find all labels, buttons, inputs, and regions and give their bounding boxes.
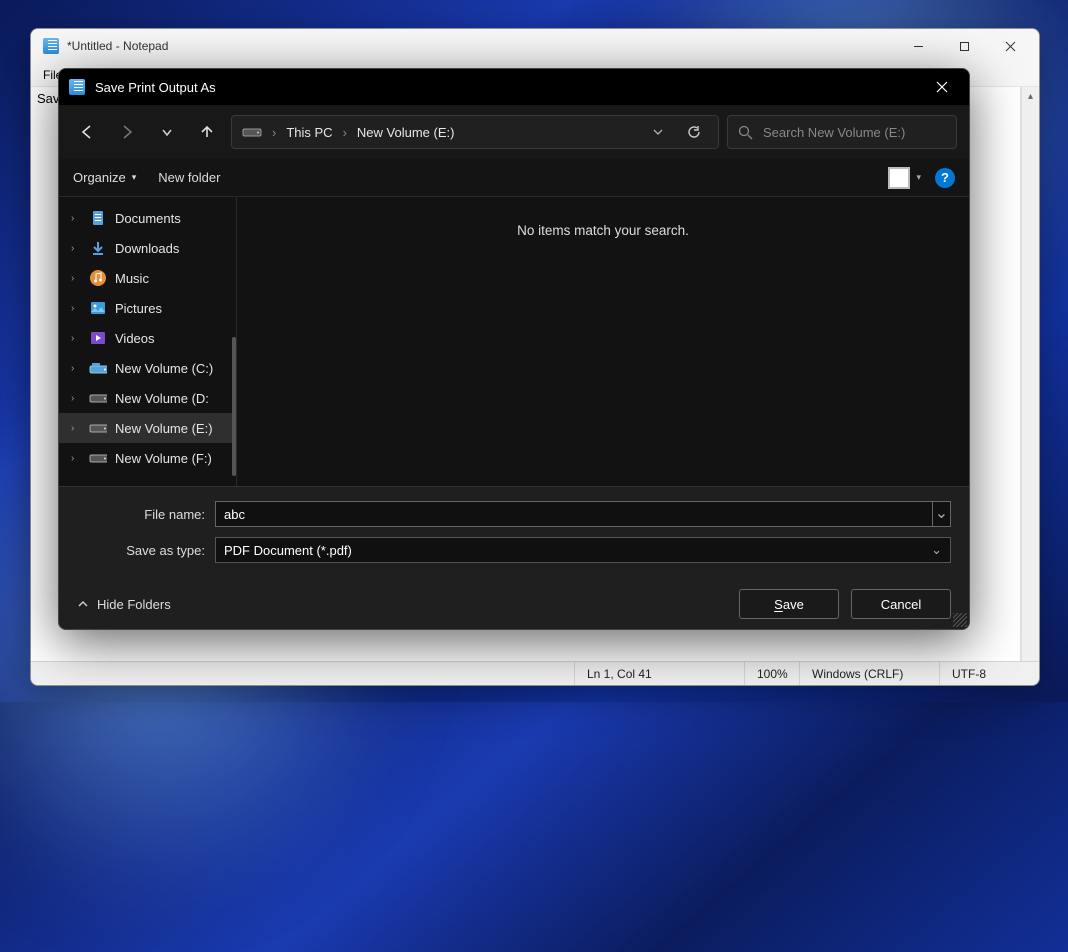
status-eol: Windows (CRLF) [799, 662, 939, 685]
tree-item-1[interactable]: › Downloads [59, 233, 236, 263]
search-placeholder: Search New Volume (E:) [763, 125, 905, 140]
tree-scrollbar[interactable] [232, 337, 236, 476]
tree-item-0[interactable]: › Documents [59, 203, 236, 233]
status-encoding: UTF-8 [939, 662, 1039, 685]
drive-icon [89, 389, 107, 407]
tree-item-label: New Volume (D: [115, 391, 209, 406]
address-bar[interactable]: › This PC › New Volume (E:) [231, 115, 719, 149]
tree-item-6[interactable]: › New Volume (D: [59, 383, 236, 413]
up-button[interactable] [191, 116, 223, 148]
scroll-up-icon[interactable]: ▴ [1022, 87, 1039, 105]
filename-dropdown[interactable]: ⌄ [933, 501, 951, 527]
chevron-right-icon[interactable]: › [71, 453, 81, 464]
hide-folders-button[interactable]: Hide Folders [77, 597, 171, 612]
minimize-button[interactable] [895, 29, 941, 63]
forward-button[interactable] [111, 116, 143, 148]
tree-item-4[interactable]: › Videos [59, 323, 236, 353]
save-dialog: Save Print Output As › This PC › New Vol… [58, 68, 970, 630]
close-button[interactable] [987, 29, 1033, 63]
cancel-button[interactable]: Cancel [851, 589, 951, 619]
music-icon [89, 269, 107, 287]
dialog-titlebar[interactable]: Save Print Output As [59, 69, 969, 105]
toolbar: Organize▾ New folder ▾ ? [59, 159, 969, 197]
savetype-select[interactable]: PDF Document (*.pdf) ⌄ [215, 537, 951, 563]
filename-input[interactable] [215, 501, 933, 527]
tree-item-3[interactable]: › Pictures [59, 293, 236, 323]
tree-item-label: New Volume (F:) [115, 451, 212, 466]
resize-grip[interactable] [953, 613, 967, 627]
folder-tree[interactable]: › Documents › Downloads › Music › Pictures › Vide… [59, 197, 237, 486]
notepad-scrollbar[interactable]: ▴ [1021, 87, 1039, 661]
pic-icon [89, 299, 107, 317]
actions-row: Hide Folders Save Cancel [59, 579, 969, 629]
chevron-right-icon[interactable]: › [71, 423, 81, 434]
bottom-panel: File name: ⌄ Save as type: PDF Document … [59, 486, 969, 579]
savetype-value: PDF Document (*.pdf) [224, 543, 352, 558]
filename-label: File name: [77, 507, 215, 522]
breadcrumb-volume[interactable]: New Volume (E:) [357, 125, 455, 140]
tree-item-label: Music [115, 271, 149, 286]
chevron-right-icon[interactable]: › [71, 273, 81, 284]
tree-item-label: New Volume (E:) [115, 421, 213, 436]
back-button[interactable] [71, 116, 103, 148]
view-mode-button[interactable]: ▾ [888, 167, 921, 189]
chevron-up-icon [77, 598, 89, 610]
tree-item-label: Videos [115, 331, 155, 346]
file-list: No items match your search. [237, 197, 969, 486]
drive-icon [89, 419, 107, 437]
status-zoom: 100% [744, 662, 799, 685]
empty-message: No items match your search. [517, 223, 689, 238]
tree-item-label: New Volume (C:) [115, 361, 213, 376]
notepad-statusbar: Ln 1, Col 41 100% Windows (CRLF) UTF-8 [31, 661, 1039, 685]
save-button[interactable]: Save [739, 589, 839, 619]
address-dropdown[interactable] [646, 126, 670, 138]
status-position: Ln 1, Col 41 [574, 662, 744, 685]
drive-c-icon [89, 359, 107, 377]
savetype-label: Save as type: [77, 543, 215, 558]
notepad-icon [43, 38, 59, 54]
help-button[interactable]: ? [935, 168, 955, 188]
chevron-down-icon: ▾ [132, 172, 137, 183]
dialog-icon [69, 79, 85, 95]
search-box[interactable]: Search New Volume (E:) [727, 115, 957, 149]
tree-item-7[interactable]: › New Volume (E:) [59, 413, 236, 443]
chevron-down-icon: ▾ [916, 172, 921, 183]
organize-menu[interactable]: Organize▾ [73, 170, 136, 185]
chevron-right-icon[interactable]: › [343, 125, 347, 140]
nav-row: › This PC › New Volume (E:) Search New V… [59, 105, 969, 159]
chevron-right-icon[interactable]: › [71, 333, 81, 344]
chevron-down-icon: ⌄ [931, 542, 942, 558]
doc-icon [89, 209, 107, 227]
chevron-right-icon[interactable]: › [272, 125, 276, 140]
breadcrumb-pc[interactable]: This PC [286, 125, 332, 140]
dl-icon [89, 239, 107, 257]
vid-icon [89, 329, 107, 347]
tree-item-5[interactable]: › New Volume (C:) [59, 353, 236, 383]
chevron-right-icon[interactable]: › [71, 213, 81, 224]
chevron-right-icon[interactable]: › [71, 363, 81, 374]
tree-item-label: Downloads [115, 241, 179, 256]
search-icon [738, 125, 753, 140]
notepad-title: *Untitled - Notepad [67, 39, 168, 53]
recent-dropdown[interactable] [151, 116, 183, 148]
tree-item-label: Pictures [115, 301, 162, 316]
chevron-right-icon[interactable]: › [71, 303, 81, 314]
notepad-titlebar[interactable]: *Untitled - Notepad [31, 29, 1039, 63]
drive-icon [242, 125, 262, 139]
refresh-button[interactable] [680, 116, 708, 148]
dialog-close-button[interactable] [919, 69, 965, 105]
drive-icon [89, 449, 107, 467]
tree-item-label: Documents [115, 211, 181, 226]
chevron-right-icon[interactable]: › [71, 243, 81, 254]
chevron-right-icon[interactable]: › [71, 393, 81, 404]
maximize-button[interactable] [941, 29, 987, 63]
new-folder-button[interactable]: New folder [158, 170, 220, 185]
dialog-title: Save Print Output As [95, 80, 216, 95]
tree-item-8[interactable]: › New Volume (F:) [59, 443, 236, 473]
tree-item-2[interactable]: › Music [59, 263, 236, 293]
